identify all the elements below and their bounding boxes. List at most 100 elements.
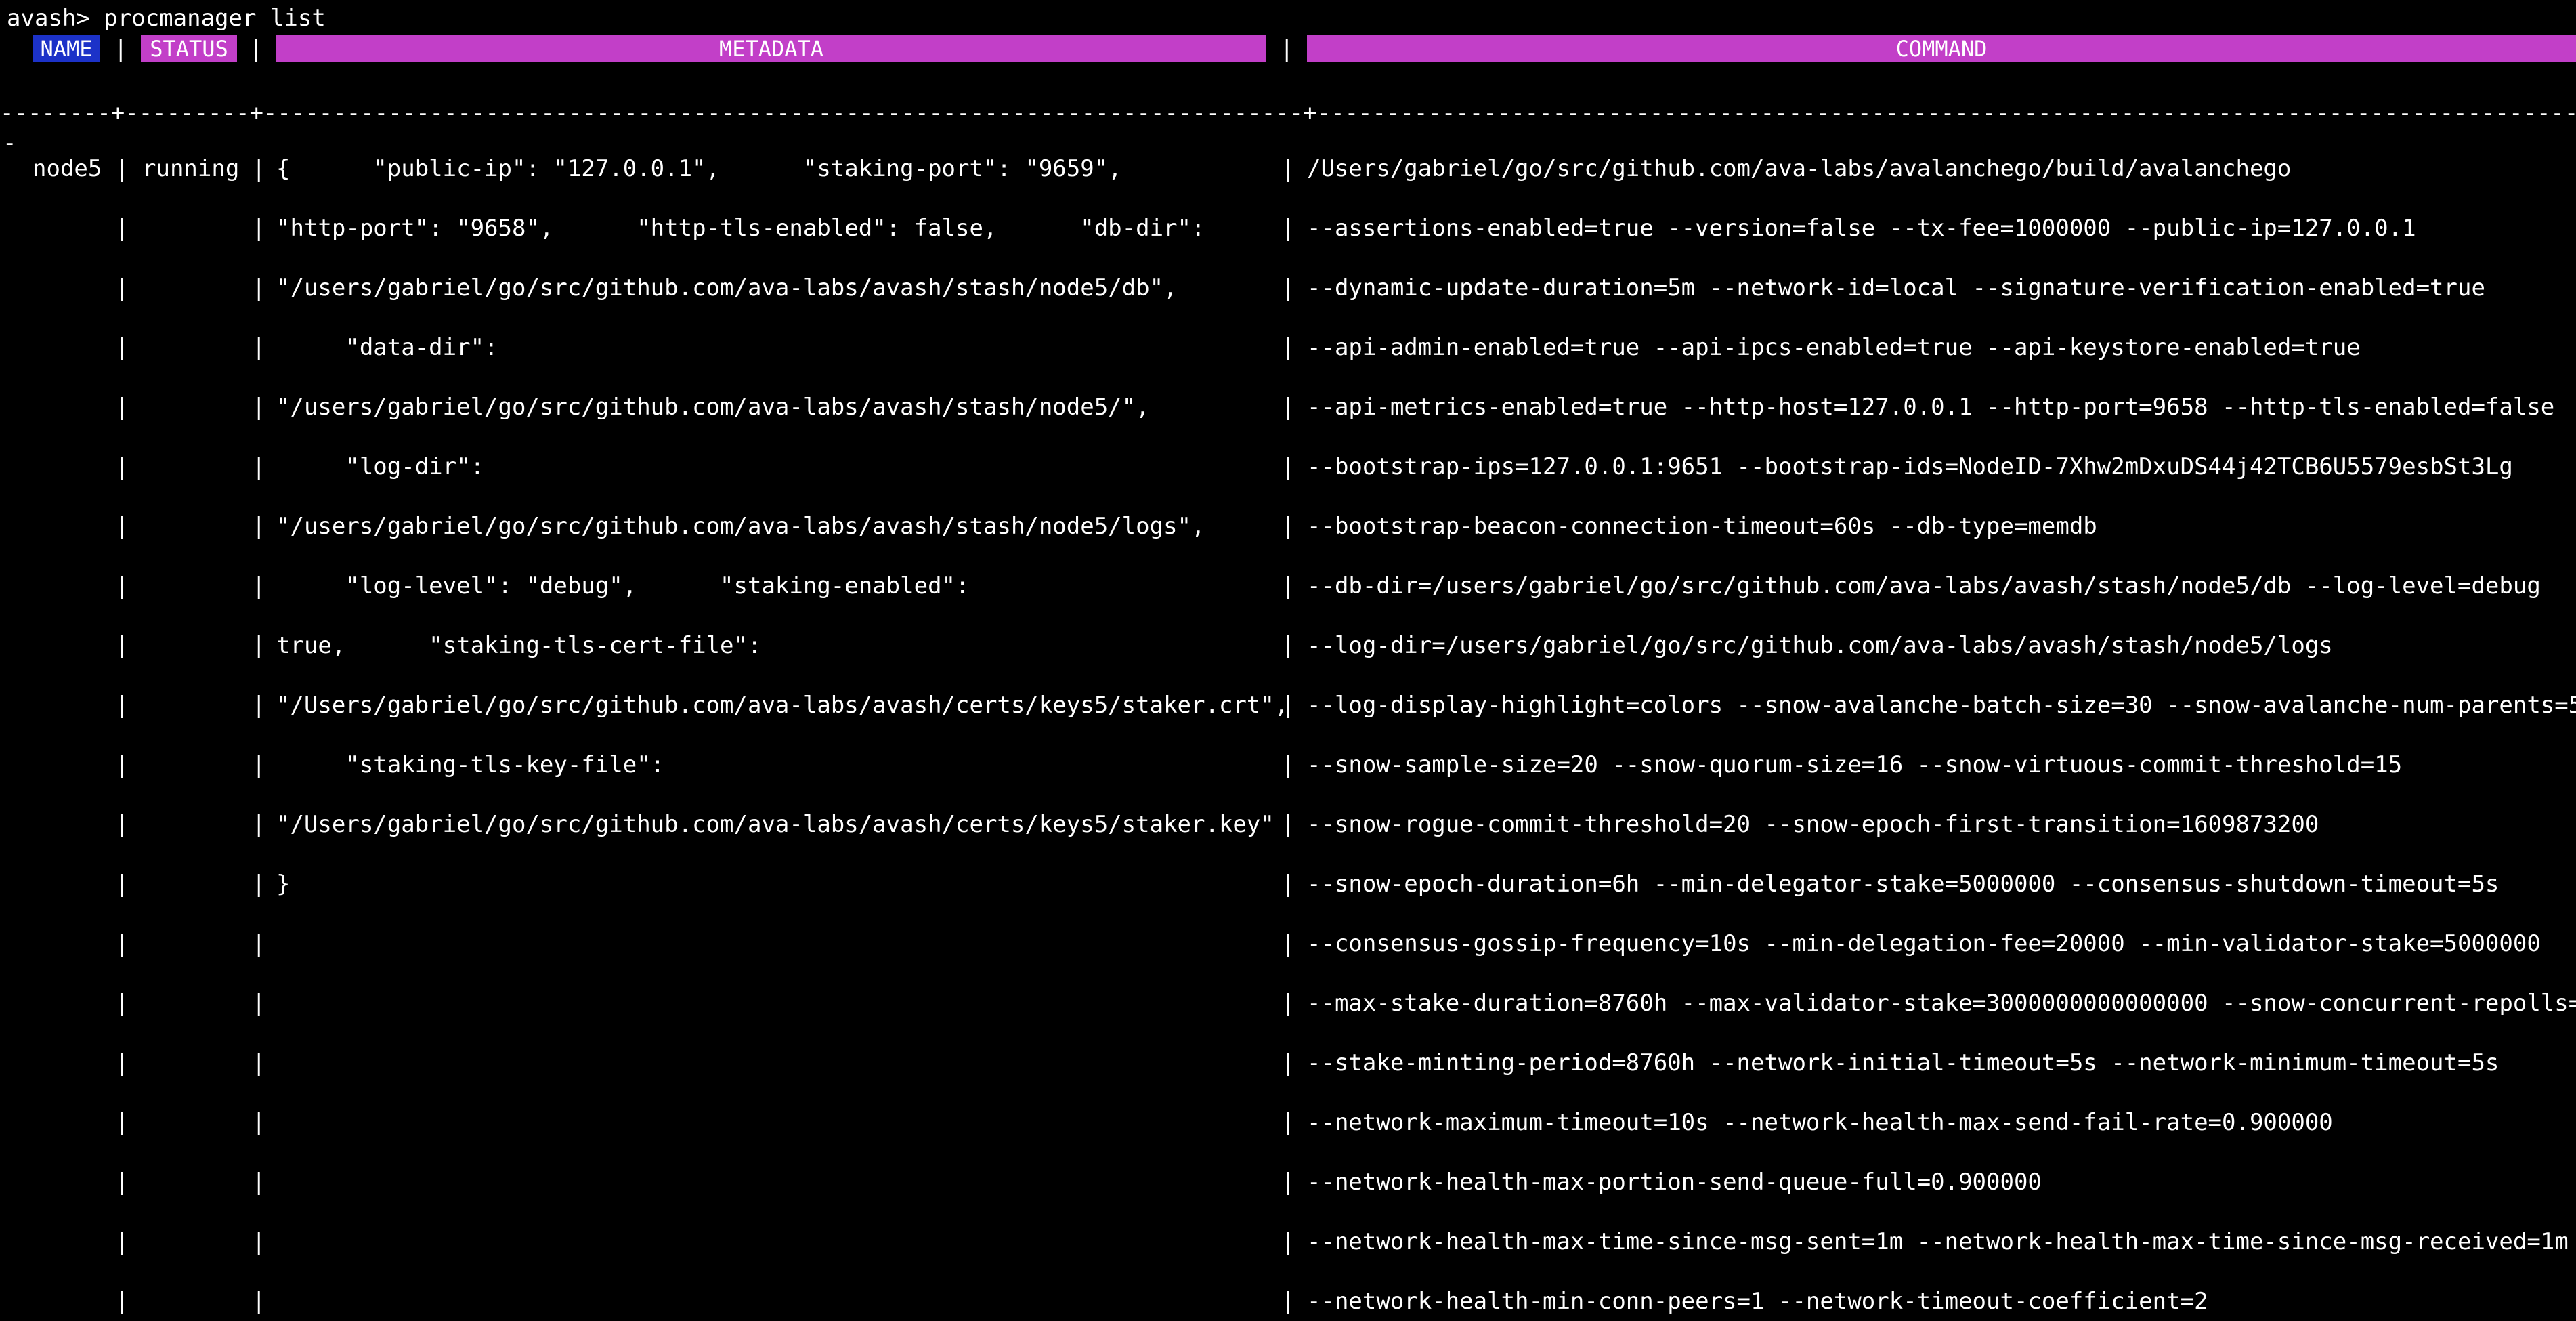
row-separator: |	[252, 811, 266, 838]
row-separator: |	[1281, 811, 1295, 838]
row-separator: |	[1281, 871, 1295, 898]
row-separator: |	[115, 1228, 129, 1255]
row-metadata: { "public-ip": "127.0.0.1", "staking-por…	[276, 155, 1122, 182]
row-separator: |	[115, 215, 129, 242]
rule-dash: -	[3, 129, 17, 156]
table-rule: --------+---------+---------------------…	[0, 102, 2576, 125]
row-separator: |	[115, 990, 129, 1017]
row-command: --max-stake-duration=8760h --max-validat…	[1307, 990, 2576, 1017]
row-separator: |	[1281, 1169, 1295, 1196]
row-separator: |	[115, 274, 129, 301]
row-separator: |	[252, 513, 266, 540]
row-command: --api-admin-enabled=true --api-ipcs-enab…	[1307, 334, 2361, 361]
row-name: node5	[33, 155, 102, 182]
header-separator: |	[114, 36, 128, 63]
row-metadata: }	[276, 871, 291, 898]
row-separator: |	[115, 1169, 129, 1196]
row-separator: |	[115, 811, 129, 838]
row-separator: |	[252, 692, 266, 719]
row-separator: |	[252, 1049, 266, 1076]
row-separator: |	[252, 1169, 266, 1196]
row-separator: |	[1281, 632, 1295, 659]
row-separator: |	[252, 215, 266, 242]
row-separator: |	[252, 274, 266, 301]
row-separator: |	[115, 632, 129, 659]
row-metadata: "/users/gabriel/go/src/github.com/ava-la…	[276, 394, 1150, 421]
row-separator: |	[115, 334, 129, 361]
row-separator: |	[1281, 1109, 1295, 1136]
row-separator: |	[1281, 990, 1295, 1017]
row-command: --stake-minting-period=8760h --network-i…	[1307, 1049, 2499, 1076]
row-separator: |	[115, 751, 129, 778]
row-metadata: "http-port": "9658", "http-tls-enabled":…	[276, 215, 1205, 242]
row-separator: |	[1281, 155, 1295, 182]
row-command: --log-dir=/users/gabriel/go/src/github.c…	[1307, 632, 2333, 659]
header-separator: |	[249, 36, 263, 63]
row-separator: |	[115, 155, 129, 182]
row-separator: |	[1281, 453, 1295, 480]
row-separator: |	[1281, 1288, 1295, 1315]
row-separator: |	[1281, 334, 1295, 361]
header-name: NAME	[33, 35, 100, 62]
row-separator: |	[252, 1228, 266, 1255]
row-separator: |	[1281, 930, 1295, 957]
row-command: --dynamic-update-duration=5m --network-i…	[1307, 274, 2485, 301]
row-separator: |	[1281, 1049, 1295, 1076]
row-metadata: "staking-tls-key-file":	[276, 751, 665, 778]
row-separator: |	[115, 871, 129, 898]
row-status: running	[142, 155, 240, 182]
row-command: --consensus-gossip-frequency=10s --min-d…	[1307, 930, 2541, 957]
row-separator: |	[115, 930, 129, 957]
row-separator: |	[252, 990, 266, 1017]
row-separator: |	[1281, 513, 1295, 540]
row-separator: |	[1281, 692, 1295, 719]
row-separator: |	[115, 1049, 129, 1076]
row-separator: |	[115, 1109, 129, 1136]
row-separator: |	[252, 155, 266, 182]
row-separator: |	[252, 572, 266, 600]
row-command: --network-health-min-conn-peers=1 --netw…	[1307, 1288, 2208, 1315]
row-command: --snow-sample-size=20 --snow-quorum-size…	[1307, 751, 2403, 778]
row-metadata: "/users/gabriel/go/src/github.com/ava-la…	[276, 274, 1178, 301]
row-separator: |	[115, 572, 129, 600]
row-metadata: "log-level": "debug", "staking-enabled":	[276, 572, 970, 600]
row-command: --api-metrics-enabled=true --http-host=1…	[1307, 394, 2555, 421]
row-separator: |	[252, 1109, 266, 1136]
row-command: --network-maximum-timeout=10s --network-…	[1307, 1109, 2333, 1136]
row-command: --db-dir=/users/gabriel/go/src/github.co…	[1307, 572, 2541, 600]
row-metadata: "data-dir":	[276, 334, 498, 361]
row-separator: |	[252, 871, 266, 898]
row-command: --bootstrap-beacon-connection-timeout=60…	[1307, 513, 2097, 540]
row-command: --assertions-enabled=true --version=fals…	[1307, 215, 2416, 242]
row-metadata: "/Users/gabriel/go/src/github.com/ava-la…	[276, 692, 1289, 719]
row-separator: |	[252, 751, 266, 778]
row-metadata: true, "staking-tls-cert-file":	[276, 632, 762, 659]
row-separator: |	[115, 453, 129, 480]
row-separator: |	[115, 692, 129, 719]
row-separator: |	[252, 632, 266, 659]
header-metadata: METADATA	[276, 35, 1266, 62]
row-separator: |	[115, 394, 129, 421]
row-separator: |	[115, 1288, 129, 1315]
row-separator: |	[1281, 215, 1295, 242]
row-command: --log-display-highlight=colors --snow-av…	[1307, 692, 2576, 719]
row-separator: |	[115, 513, 129, 540]
row-metadata: "log-dir":	[276, 453, 485, 480]
row-command: --network-health-max-time-since-msg-sent…	[1307, 1228, 2569, 1255]
row-command: --snow-epoch-duration=6h --min-delegator…	[1307, 871, 2499, 898]
row-command: --snow-rogue-commit-threshold=20 --snow-…	[1307, 811, 2319, 838]
row-separator: |	[1281, 1228, 1295, 1255]
header-command: COMMAND	[1307, 35, 2576, 62]
row-metadata: "/users/gabriel/go/src/github.com/ava-la…	[276, 513, 1205, 540]
row-separator: |	[1281, 751, 1295, 778]
row-separator: |	[1281, 572, 1295, 600]
header-separator: |	[1280, 36, 1294, 63]
row-separator: |	[1281, 394, 1295, 421]
row-separator: |	[252, 334, 266, 361]
row-command: --network-health-max-portion-send-queue-…	[1307, 1169, 2042, 1196]
row-metadata: "/Users/gabriel/go/src/github.com/ava-la…	[276, 811, 1274, 838]
header-status: STATUS	[141, 35, 237, 62]
row-command: --bootstrap-ips=127.0.0.1:9651 --bootstr…	[1307, 453, 2513, 480]
command-prompt: avash> procmanager list	[7, 5, 326, 32]
row-separator: |	[252, 394, 266, 421]
